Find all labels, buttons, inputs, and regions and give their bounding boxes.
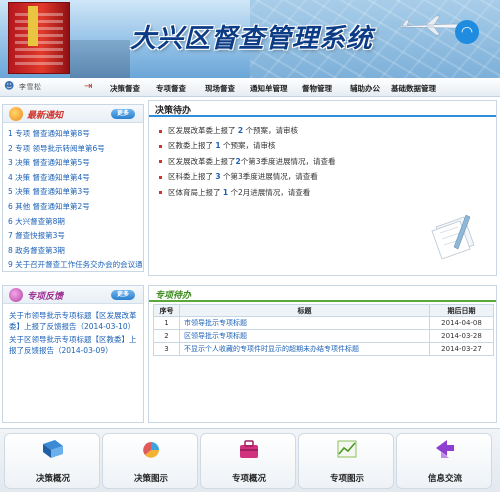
nav-item-decision[interactable]: 决策督查 [110,83,140,94]
todo-item[interactable]: 区发展改革委上报了2个第3季度进展情况，请查看 [159,154,496,169]
row-title-link[interactable]: 区领导批示专项标题 [179,329,430,343]
nav-item-special[interactable]: 专项督查 [156,83,186,94]
row-number: 1 [153,316,180,330]
tile-label: 信息交流 [427,474,462,484]
row-number: 2 [153,329,180,343]
todo-count: 1 [215,141,221,151]
tile-info-exchange[interactable]: 信息交流 [396,433,492,489]
table-row[interactable]: 2 区领导批示专项标题 2014-03-28 [153,329,494,343]
notice-item[interactable]: 2 专项 领导批示转阅单第6号 [8,142,143,157]
decision-todo-header: 决策待办 [149,101,496,117]
tile-label: 决策图示 [133,474,168,484]
nav-item-base-data[interactable]: 基础数据管理 [391,83,436,94]
building-sign [28,6,38,46]
notice-item[interactable]: 1 专项 督查通知单第8号 [8,127,143,142]
row-date: 2014-03-27 [429,342,494,356]
government-building-image [8,2,70,74]
todo-item[interactable]: 区科委上报了 3 个第3季度进展情况，请查看 [159,169,496,184]
bullet-icon [159,160,162,164]
wifi-icon: ◠ [455,20,479,44]
bottom-quick-links: 决策概况 决策图示 专项概况 专项图示 信息交流 [0,428,500,492]
notice-item[interactable]: 4 决策 督查通知单第4号 [8,171,143,186]
top-navigation: ☻ 李雪松 ⇥ 决策督查 专项督查 现场督查 通知单管理 督物管理 辅助办公 基… [0,78,500,97]
logout-icon[interactable]: ⇥ [84,82,94,92]
nav-item-office[interactable]: 辅助办公 [350,83,380,94]
todo-count: 1 [222,187,229,197]
notice-list: 1 专项 督查通知单第8号 2 专项 领导批示转阅单第6号 3 决策 督查通知单… [3,123,143,273]
notice-item[interactable]: 5 决策 督查通知单第3号 [8,185,143,200]
bullet-icon [159,191,162,195]
decision-todo-list: 区发展改革委上报了 2 个预案，请审核 区教委上报了 1 个预案，请审核 区发展… [149,117,496,200]
decision-todo-title: 决策待办 [155,106,192,116]
column-header: 序号 [153,304,180,317]
bullhorn-icon [9,107,23,121]
tile-special-overview[interactable]: 专项概况 [200,433,296,489]
notices-more-button[interactable]: 更多 [111,109,135,119]
notice-item[interactable]: 3 决策 督查通知单第5号 [8,156,143,171]
todo-item[interactable]: 区体育局上报了 1 个2月进展情况，请查看 [159,185,496,200]
notice-item[interactable]: 6 大兴督查第8期 [8,215,143,230]
column-header: 标题 [179,304,430,317]
document-icon [431,214,475,259]
feedback-panel: 专项反馈 更多 关于市领导批示专项标题【区发展改革委】上报了反馈报告（2014-… [2,285,144,423]
todo-item[interactable]: 区发展改革委上报了 2 个预案，请审核 [159,123,496,138]
chat-bubble-icon [9,288,23,302]
column-header: 期后日期 [429,304,494,317]
table-row[interactable]: 3 不显示个人收藏的专项件时显示的超期未办结专项件标题 2014-03-27 [153,342,494,356]
header-banner: 大兴区督查管理系统 ◠ [0,0,500,78]
current-user: ☻ 李雪松 [4,82,42,92]
todo-count: 3 [215,172,221,182]
feedback-more-button[interactable]: 更多 [111,290,135,300]
row-title-link[interactable]: 不显示个人收藏的专项件时显示的超期未办结专项件标题 [179,342,430,356]
nav-item-onsite[interactable]: 现场督查 [205,83,235,94]
feedback-item[interactable]: 关于市领导批示专项标题【区发展改革委】上报了反馈报告（2014-03-10） [9,310,137,332]
bullet-icon [159,144,162,148]
user-icon: ☻ [4,81,15,92]
briefcase-icon [240,440,258,458]
row-date: 2014-03-28 [429,329,494,343]
notice-item[interactable]: 9 关于召开督查工作任务交办会的会议通知 [8,258,143,273]
todo-item[interactable]: 区教委上报了 1 个预案，请审核 [159,138,496,153]
feedback-item[interactable]: 关于区领导批示专项标题【区教委】上报了反馈报告（2014-03-09） [9,334,137,356]
cityscape-image [70,40,130,78]
notices-title: 最新通知 [27,111,64,121]
user-name: 李雪松 [19,83,42,91]
row-number: 3 [153,342,180,356]
bullet-icon [159,129,162,133]
notices-panel: 最新通知 更多 1 专项 督查通知单第8号 2 专项 领导批示转阅单第6号 3 … [2,104,144,272]
nav-item-notice-management[interactable]: 通知单管理 [250,83,288,94]
feedback-header: 专项反馈 更多 [3,286,143,304]
tile-decision-chart[interactable]: 决策图示 [102,433,198,489]
system-title: 大兴区督查管理系统 [130,24,374,54]
row-title-link[interactable]: 市领导批示专项标题 [179,316,430,330]
tile-special-chart[interactable]: 专项图示 [298,433,394,489]
bullet-icon [159,175,162,179]
notice-item[interactable]: 8 政务督查第3期 [8,244,143,259]
tile-label: 专项概况 [231,474,266,484]
arrow-exchange-icon [436,440,454,458]
tile-label: 决策概况 [35,474,70,484]
feedback-title: 专项反馈 [27,292,64,302]
notices-header: 最新通知 更多 [3,105,143,123]
line-chart-icon [337,440,357,458]
tile-decision-overview[interactable]: 决策概况 [4,433,100,489]
special-todo-table: 序号 标题 期后日期 1 市领导批示专项标题 2014-04-08 2 区领导批… [153,304,494,356]
book-icon [43,440,63,458]
todo-count: 2 [237,126,244,135]
table-row[interactable]: 1 市领导批示专项标题 2014-04-08 [153,316,494,330]
special-todo-title: 专项待办 [155,291,192,301]
notice-item[interactable]: 6 其他 督查通知单第2号 [8,200,143,215]
notice-item[interactable]: 7 督查快报第3号 [8,229,143,244]
nav-item-supervision[interactable]: 督物管理 [302,83,332,94]
pie-chart-icon [143,442,159,458]
special-todo-panel: 专项待办 序号 标题 期后日期 1 市领导批示专项标题 2014-04-08 2… [148,285,497,423]
special-todo-header: 专项待办 [149,286,496,302]
row-date: 2014-04-08 [429,316,494,330]
feedback-list: 关于市领导批示专项标题【区发展改革委】上报了反馈报告（2014-03-10） 关… [3,304,143,364]
table-header-row: 序号 标题 期后日期 [153,304,494,317]
decision-todo-panel: 决策待办 区发展改革委上报了 2 个预案，请审核 区教委上报了 1 个预案，请审… [148,100,497,276]
tile-label: 专项图示 [329,474,364,484]
